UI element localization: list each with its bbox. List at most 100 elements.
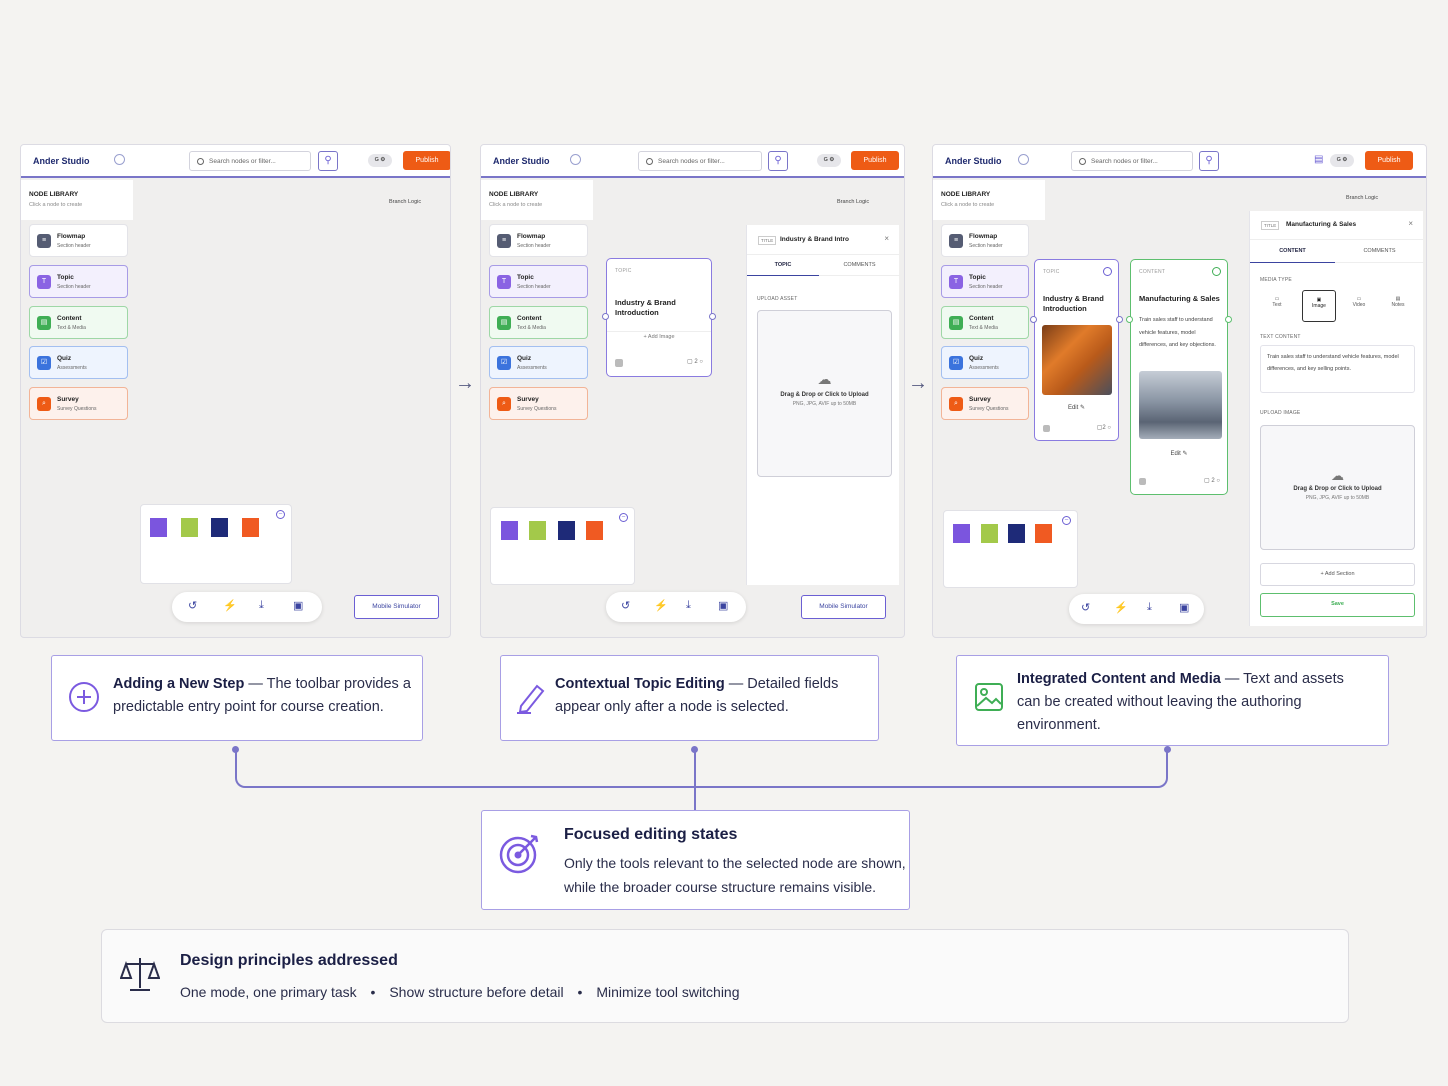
branch-logic[interactable]: Branch Logic — [389, 199, 421, 205]
library-item-survey[interactable]: ⌕ Survey Survey Questions — [941, 387, 1029, 420]
swatch[interactable] — [586, 521, 603, 540]
avatars[interactable]: G ⚙ — [368, 154, 392, 167]
tab-comments[interactable]: COMMENTS — [819, 262, 900, 276]
publish-button[interactable]: Publish — [851, 151, 899, 170]
drag-handle-icon[interactable] — [1043, 425, 1050, 432]
library-item-quiz[interactable]: ☑ Quiz Assessments — [29, 346, 128, 379]
history-icon[interactable]: ↺ — [621, 599, 630, 612]
connector-right[interactable] — [1116, 316, 1123, 323]
tab-comments[interactable]: COMMENTS — [1335, 248, 1424, 263]
filter-button[interactable]: ⚲ — [1199, 151, 1219, 171]
swatch[interactable] — [981, 524, 998, 543]
upload-dropzone[interactable]: ☁ Drag & Drop or Click to Upload PNG, JP… — [1260, 425, 1415, 550]
media-type-image[interactable]: ▣ Image — [1302, 290, 1336, 322]
swatch[interactable] — [242, 518, 259, 537]
drag-handle-icon[interactable] — [615, 359, 623, 367]
publish-button[interactable]: Publish — [403, 151, 450, 170]
swatch[interactable] — [150, 518, 167, 537]
library-item-survey[interactable]: ⌕ Survey Survey Questions — [29, 387, 128, 420]
save-button[interactable]: Save — [1260, 593, 1415, 617]
connector-right[interactable] — [709, 313, 716, 320]
close-icon[interactable] — [1103, 267, 1112, 276]
avatars[interactable]: G ⚙ — [817, 154, 841, 167]
avatars[interactable]: G ⚙ — [1330, 154, 1354, 167]
connector-right[interactable] — [1225, 316, 1232, 323]
callout-text: Adding a New Step — The toolbar provides… — [113, 673, 413, 719]
library-item-flowmap[interactable]: ≡ Flowmap Section header — [489, 224, 588, 257]
mobile-simulator-button[interactable]: Mobile Simulator — [354, 595, 439, 619]
library-item-quiz[interactable]: ☑ Quiz Assessments — [489, 346, 588, 379]
focus-text-2: while the broader course structure remai… — [564, 879, 877, 895]
close-icon[interactable]: – — [276, 510, 285, 519]
swatch[interactable] — [1008, 524, 1025, 543]
swatch[interactable] — [181, 518, 198, 537]
search-input[interactable]: Search nodes or filter... — [189, 151, 311, 171]
library-item-topic[interactable]: T Topic Section header — [29, 265, 128, 298]
history-icon[interactable] — [570, 154, 581, 165]
library-item-flowmap[interactable]: ≡ Flowmap Section header — [941, 224, 1029, 257]
edit-button[interactable]: Edit ✎ — [1035, 404, 1118, 411]
publish-button[interactable]: Publish — [1365, 151, 1413, 170]
swatch[interactable] — [211, 518, 228, 537]
add-image-button[interactable]: + Add Image — [607, 331, 711, 340]
item-label: Quiz — [517, 355, 532, 362]
comment-icon[interactable]: ▣ — [1179, 601, 1189, 614]
library-item-survey[interactable]: ⌕ Survey Survey Questions — [489, 387, 588, 420]
panel-title-row: TITLE Manufacturing & Sales × — [1250, 211, 1423, 240]
connector-left[interactable] — [602, 313, 609, 320]
search-input[interactable]: Search nodes or filter... — [638, 151, 762, 171]
history-icon[interactable] — [114, 154, 125, 165]
history-icon[interactable]: ↺ — [1081, 601, 1090, 614]
magic-icon[interactable]: ⚡ — [223, 599, 237, 612]
magic-icon[interactable]: ⚡ — [654, 599, 668, 612]
close-icon[interactable]: – — [619, 513, 628, 522]
edit-button[interactable]: Edit ✎ — [1131, 450, 1227, 457]
text-content-field[interactable]: Train sales staff to understand vehicle … — [1260, 345, 1415, 393]
tab-content[interactable]: CONTENT — [1250, 248, 1335, 263]
history-icon[interactable]: ↺ — [188, 599, 197, 612]
library-item-content[interactable]: ▤ Content Text & Media — [29, 306, 128, 339]
comment-icon[interactable]: ▣ — [718, 599, 728, 612]
download-icon[interactable]: ⤓ — [259, 599, 264, 612]
library-item-quiz[interactable]: ☑ Quiz Assessments — [941, 346, 1029, 379]
download-icon[interactable]: ⤓ — [1147, 601, 1152, 614]
close-icon[interactable]: × — [884, 234, 889, 243]
add-section-button[interactable]: + Add Section — [1260, 563, 1415, 586]
branch-logic[interactable]: Branch Logic — [1346, 195, 1378, 201]
media-type-video[interactable]: ▭ Video — [1342, 290, 1376, 322]
search-input[interactable]: Search nodes or filter... — [1071, 151, 1193, 171]
filter-button[interactable]: ⚲ — [318, 151, 338, 171]
topic-node[interactable]: TOPIC Industry & Brand Introduction + Ad… — [602, 258, 716, 377]
check-icon[interactable] — [1212, 267, 1221, 276]
library-item-topic[interactable]: T Topic Section header — [941, 265, 1029, 298]
history-icon[interactable] — [1018, 154, 1029, 165]
media-type-text[interactable]: ▭ Text — [1260, 290, 1294, 322]
swatch[interactable] — [1035, 524, 1052, 543]
topic-node[interactable]: TOPIC Industry & Brand Introduction Edit… — [1030, 259, 1123, 441]
connector-left[interactable] — [1030, 316, 1037, 323]
library-item-content[interactable]: ▤ Content Text & Media — [941, 306, 1029, 339]
library-item-flowmap[interactable]: ≡ Flowmap Section header — [29, 224, 128, 257]
library-item-topic[interactable]: T Topic Section header — [489, 265, 588, 298]
drag-handle-icon[interactable] — [1139, 478, 1146, 485]
library-item-content[interactable]: ▤ Content Text & Media — [489, 306, 588, 339]
upload-dropzone[interactable]: ☁ Drag & Drop or Click to Upload PNG, JP… — [757, 310, 892, 477]
close-icon[interactable]: × — [1408, 219, 1413, 228]
close-icon[interactable]: – — [1062, 516, 1071, 525]
swatch[interactable] — [953, 524, 970, 543]
branch-logic[interactable]: Branch Logic — [837, 199, 869, 205]
swatch[interactable] — [529, 521, 546, 540]
media-type-notes[interactable]: ▤ Notes — [1381, 290, 1415, 322]
connector-left[interactable] — [1126, 316, 1133, 323]
filter-button[interactable]: ⚲ — [768, 151, 788, 171]
download-icon[interactable]: ⤓ — [686, 599, 691, 612]
mobile-simulator-button[interactable]: Mobile Simulator — [801, 595, 886, 619]
chat-icon[interactable]: ▤ — [1314, 154, 1323, 165]
content-node[interactable]: CONTENT Manufacturing & Sales Train sale… — [1126, 259, 1232, 495]
swatch[interactable] — [501, 521, 518, 540]
magic-icon[interactable]: ⚡ — [1114, 601, 1128, 614]
item-label: Content — [57, 315, 82, 322]
comment-icon[interactable]: ▣ — [293, 599, 303, 612]
swatch[interactable] — [558, 521, 575, 540]
tab-topic[interactable]: TOPIC — [747, 262, 819, 276]
